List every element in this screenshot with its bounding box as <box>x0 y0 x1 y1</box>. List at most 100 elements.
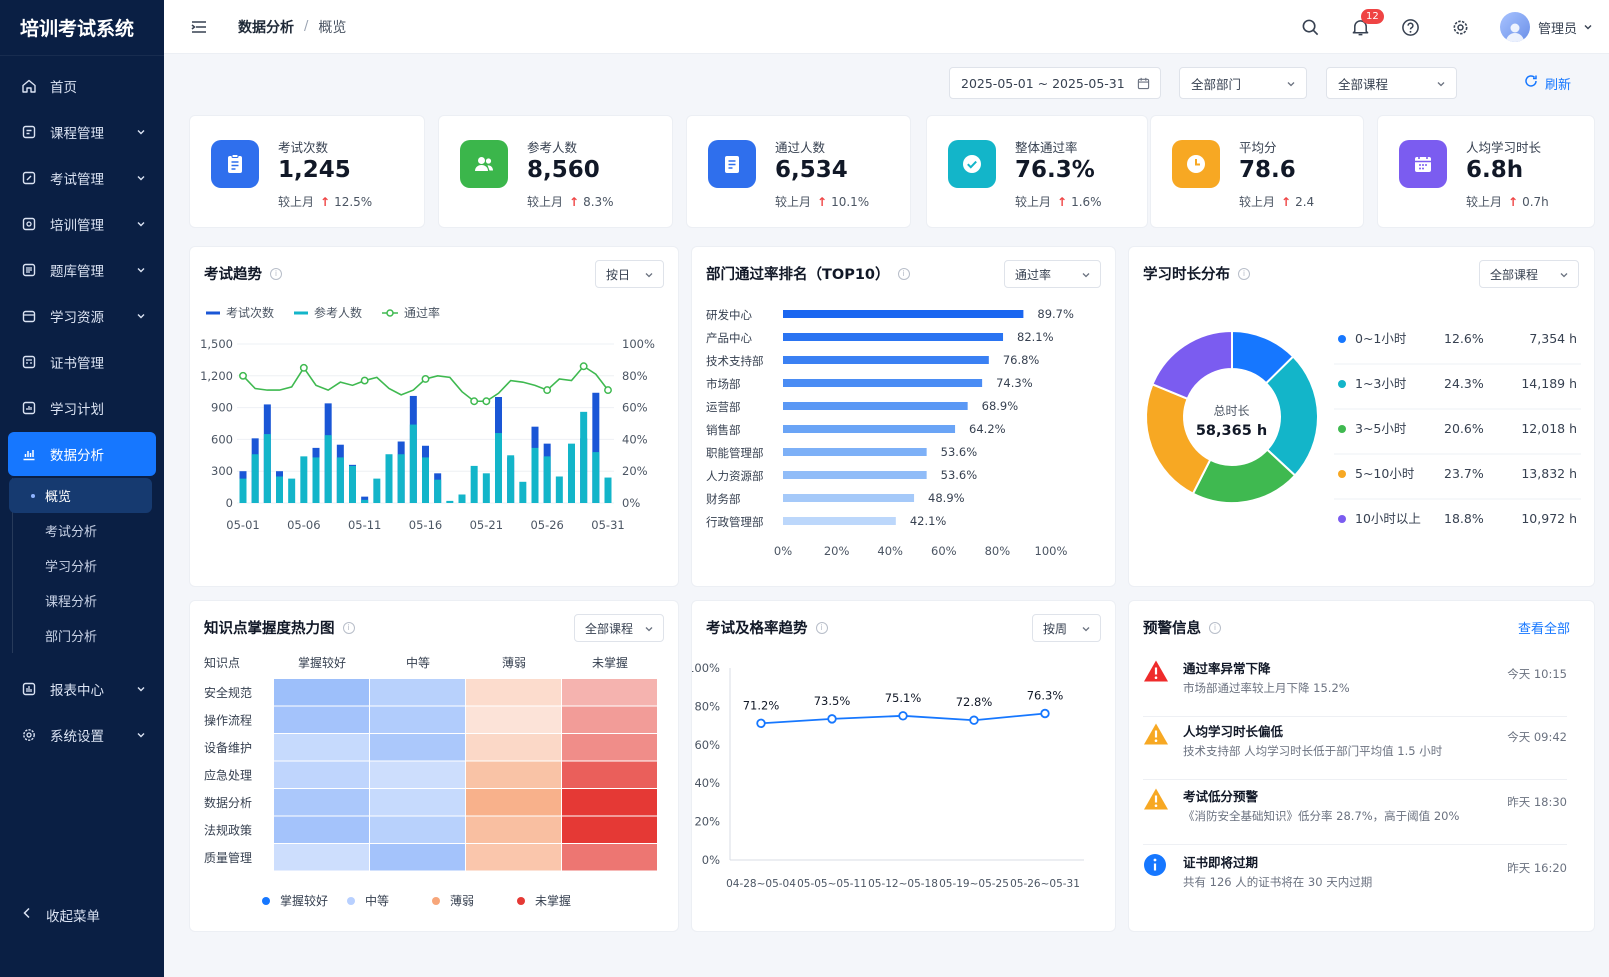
sidebar-item-certificates[interactable]: 证书管理 <box>8 340 156 384</box>
kpi-value: 6.8h <box>1466 157 1524 183</box>
category-label: 运营部 <box>706 400 741 414</box>
kpi-compare-label: 较上月 <box>1466 195 1503 209</box>
line-point <box>299 363 308 372</box>
avatar[interactable] <box>1499 12 1530 42</box>
legend-hours: 13,832 h <box>1521 466 1577 481</box>
heatmap-cell <box>466 679 561 706</box>
document-icon <box>211 140 259 188</box>
refresh-button[interactable]: 刷新 <box>1524 67 1571 99</box>
sidebar-item-analytics[interactable]: 数据分析 <box>8 432 156 476</box>
department-select[interactable]: 全部部门 <box>1179 67 1307 99</box>
legend-label: 未掌握 <box>535 893 571 908</box>
alert-item[interactable]: 通过率异常下降 市场部通过率较上月下降 15.2% 今天 10:15 <box>1143 655 1567 717</box>
bar-value-label: 53.6% <box>941 445 978 459</box>
kpi-delta: 10.1% <box>831 195 870 209</box>
sidebar-item-label: 首页 <box>50 80 77 96</box>
y-tick-label: 60% <box>694 738 720 752</box>
heatmap-cell <box>370 706 465 733</box>
subnav-item-dept-analysis[interactable]: 部门分析 <box>9 618 152 653</box>
user-name[interactable]: 管理员 <box>1538 18 1577 37</box>
arrow-up-icon: ↑ <box>1508 195 1519 209</box>
gear-icon[interactable] <box>1450 16 1472 38</box>
chevron-down-icon[interactable] <box>1583 22 1593 32</box>
kpi-compare-label: 较上月 <box>775 195 812 209</box>
category-label: 产品中心 <box>706 331 752 345</box>
sidebar-item-courses[interactable]: 课程管理 <box>8 110 156 154</box>
sidebar-item-training[interactable]: 培训管理 <box>8 202 156 246</box>
category-label: 研发中心 <box>706 308 752 322</box>
subnav-item-study-analysis[interactable]: 学习分析 <box>9 548 152 583</box>
kpi-value: 78.6 <box>1239 157 1296 183</box>
alert-item[interactable]: 证书即将过期 共有 126 人的证书将在 30 天内过期 昨天 16:20 <box>1143 849 1567 911</box>
subnav-item-exam-analysis[interactable]: 考试分析 <box>9 513 152 548</box>
course-select[interactable]: 全部课程 <box>1326 67 1457 99</box>
x-tick-label: 80% <box>985 544 1011 558</box>
file-check-icon <box>708 140 756 188</box>
bar-participants <box>470 465 478 503</box>
sidebar-item-reports[interactable]: 报表中心 <box>8 667 156 711</box>
heatmap-cell <box>370 679 465 706</box>
alert-title: 考试低分预警 <box>1183 789 1259 804</box>
topbar: 数据分析 / 概览 12 管理员 <box>164 0 1609 54</box>
y-tick-label: 300 <box>211 464 233 478</box>
calendar-icon <box>1137 77 1150 93</box>
date-range-picker[interactable]: 2025-05-01 ~ 2025-05-31 <box>949 67 1161 99</box>
collapse-menu-button[interactable]: 收起菜单 <box>0 901 164 929</box>
warning-icon <box>1143 787 1168 811</box>
alert-item[interactable]: 考试低分预警 《消防安全基础知识》低分率 28.7%，高于阈值 20% 昨天 1… <box>1143 783 1567 845</box>
check-circle-icon <box>948 140 996 188</box>
y-tick-label: 20% <box>694 815 720 829</box>
sidebar-item-label: 系统设置 <box>50 729 104 745</box>
page-title: 概览 <box>318 19 347 36</box>
kpi-card-passed: 通过人数 6,534 较上月 ↑ 10.1% <box>686 115 911 228</box>
folder-icon <box>20 307 38 325</box>
heatmap-cell <box>466 761 561 788</box>
legend-label: 10小时以上 <box>1355 511 1421 526</box>
kpi-label: 整体通过率 <box>1015 140 1078 155</box>
exam-trend-card: 考试趋势 i 按日 考试次数 参考人数 通过率 0 300 600 900 1,200 1,… <box>189 246 679 587</box>
x-tick-label: 05-16 <box>409 518 442 532</box>
help-icon[interactable] <box>1400 16 1422 38</box>
view-all-link[interactable]: 查看全部 <box>1518 618 1570 637</box>
sidebar-item-question-bank[interactable]: 题库管理 <box>8 248 156 292</box>
analytics-subnav: 概览 考试分析 学习分析 课程分析 部门分析 <box>9 478 164 653</box>
donut-center: 总时长 58,365 h <box>1164 402 1299 439</box>
category-label: 财务部 <box>706 492 741 506</box>
menu-toggle-icon[interactable] <box>190 18 208 36</box>
heatmap-cell <box>562 734 657 761</box>
breadcrumb[interactable]: 数据分析 <box>238 17 294 37</box>
sidebar-item-home[interactable]: 首页 <box>8 64 156 108</box>
bell-icon[interactable]: 12 <box>1350 9 1384 38</box>
bar-value-label: 89.7% <box>1037 307 1074 321</box>
info-icon[interactable]: i <box>1209 621 1221 634</box>
sidebar-item-exams[interactable]: 考试管理 <box>8 156 156 200</box>
chevron-down-icon <box>136 682 146 698</box>
card-title-text: 预警信息 <box>1143 621 1201 637</box>
certificate-icon <box>20 353 38 371</box>
search-icon[interactable] <box>1300 16 1322 38</box>
subnav-item-course-analysis[interactable]: 课程分析 <box>9 583 152 618</box>
bar-value-label: 53.6% <box>941 468 978 482</box>
legend-swatch <box>1338 380 1346 388</box>
alert-item[interactable]: 人均学习时长偏低 技术支持部 人均学习时长低于部门平均值 1.5 小时 今天 0… <box>1143 718 1567 780</box>
kpi-compare-label: 较上月 <box>1239 195 1276 209</box>
heatmap-cell <box>274 679 369 706</box>
alert-time: 今天 09:42 <box>1507 730 1567 744</box>
kpi-card-study-hours: 人均学习时长 6.8h 较上月 ↑ 0.7h <box>1377 115 1595 228</box>
sidebar-item-study-plan[interactable]: 学习计划 <box>8 386 156 430</box>
chevron-down-icon <box>136 263 146 279</box>
data-label: 71.2% <box>743 698 780 712</box>
sidebar-item-settings[interactable]: 系统设置 <box>8 713 156 757</box>
y2-tick-label: 80% <box>622 369 648 383</box>
bar-participants <box>446 500 454 503</box>
bar-participants <box>580 411 588 503</box>
subnav-item-overview[interactable]: 概览 <box>9 478 152 513</box>
alert-time: 今天 10:15 <box>1507 667 1567 681</box>
x-tick-label: 05-06 <box>287 518 320 532</box>
chevron-down-icon <box>1436 77 1446 92</box>
sidebar-item-resources[interactable]: 学习资源 <box>8 294 156 338</box>
y2-tick-label: 20% <box>622 464 648 478</box>
bar-participants <box>592 452 600 503</box>
department-select-value: 全部部门 <box>1191 76 1242 92</box>
heatmap-cell <box>274 706 369 733</box>
